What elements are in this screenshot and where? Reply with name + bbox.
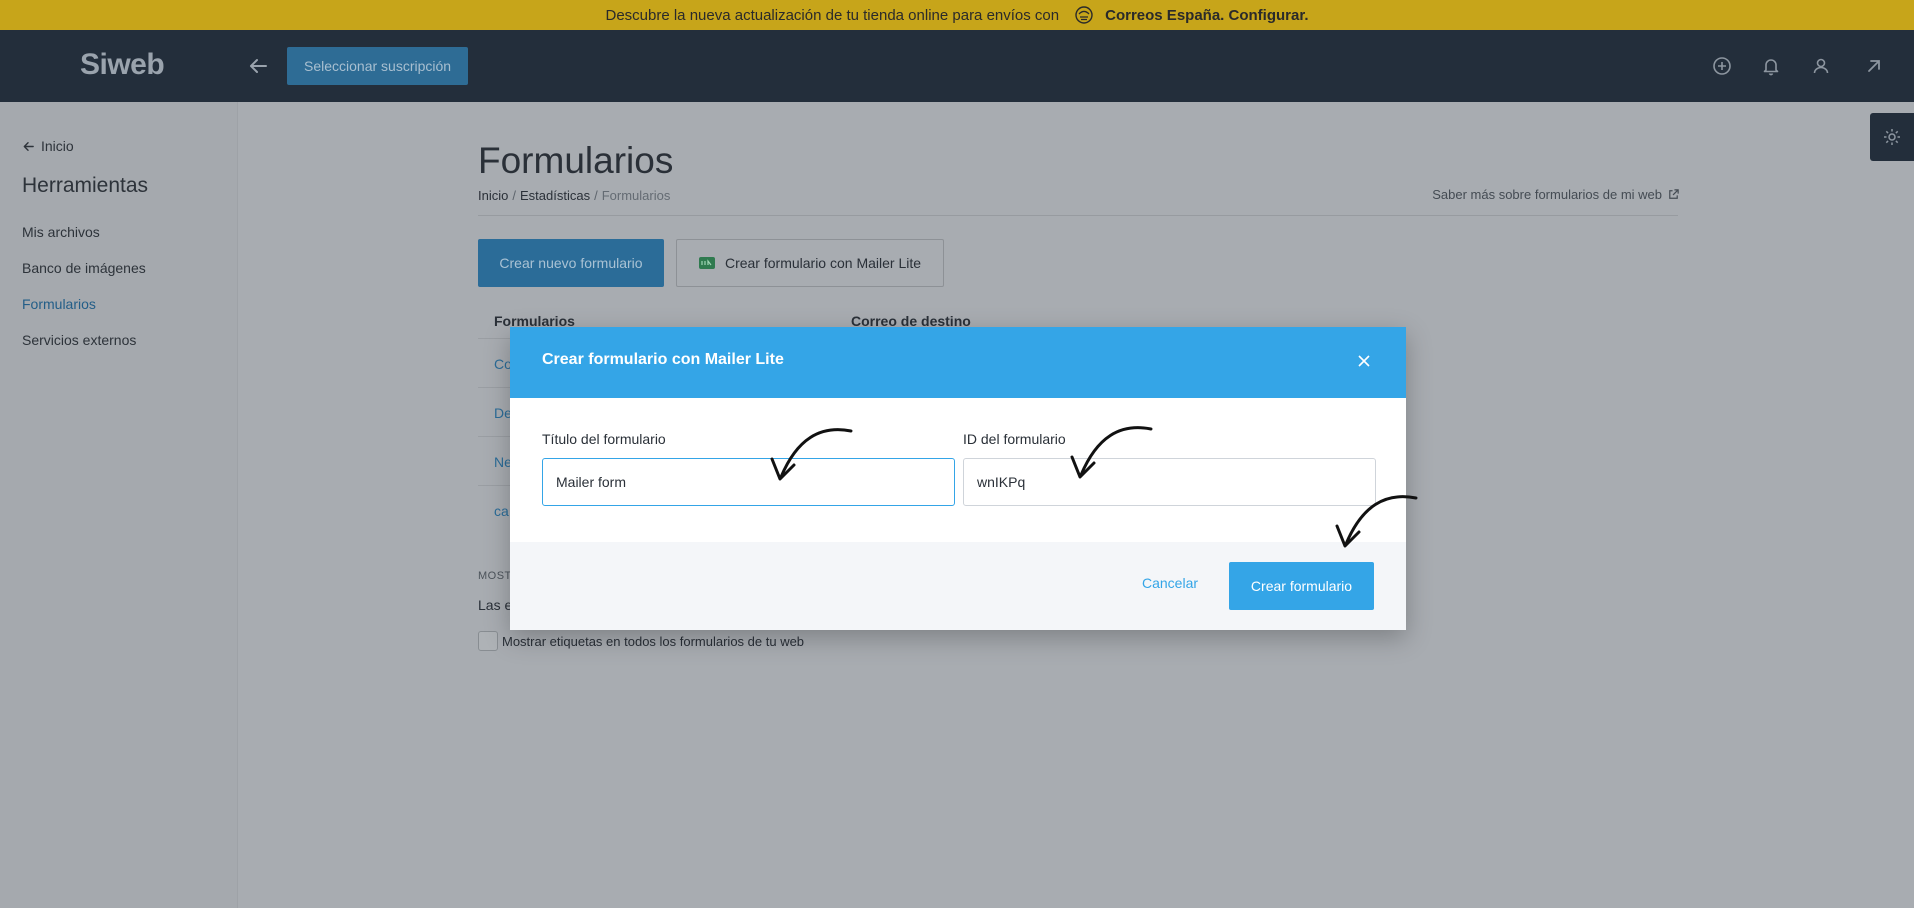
external-link-icon bbox=[1669, 189, 1679, 199]
brand-logo[interactable]: Siweb bbox=[80, 48, 165, 82]
breadcrumb-estadisticas[interactable]: Estadísticas bbox=[520, 188, 590, 203]
sidebar-title: Herramientas bbox=[22, 174, 149, 197]
create-mailer-form-button[interactable]: Crear formulario con Mailer Lite bbox=[676, 239, 944, 287]
create-new-form-button[interactable]: Crear nuevo formulario bbox=[478, 239, 664, 287]
banner-configure-link[interactable]: Correos España. Configurar. bbox=[1105, 7, 1308, 24]
annotation-arrow-icon bbox=[1335, 495, 1418, 548]
sidebar-item-formularios[interactable]: Formularios bbox=[22, 296, 96, 312]
learn-more-label: Saber más sobre formularios de mi web bbox=[1432, 187, 1662, 202]
external-arrow-icon[interactable] bbox=[1862, 54, 1886, 78]
table-row[interactable]: ca bbox=[494, 503, 509, 519]
annotation-arrow-icon bbox=[770, 428, 853, 481]
form-id-input[interactable]: wnIKPq bbox=[963, 458, 1376, 506]
announcement-banner: Descubre la nueva actualización de tu ti… bbox=[0, 0, 1914, 30]
back-arrow-icon[interactable] bbox=[246, 54, 270, 78]
breadcrumb-inicio[interactable]: Inicio bbox=[478, 188, 508, 203]
mailerlite-icon bbox=[698, 257, 715, 269]
show-labels-label: Mostrar etiquetas en todos los formulari… bbox=[502, 633, 805, 649]
correos-logo-icon bbox=[1073, 4, 1095, 26]
section-description: Las e bbox=[478, 597, 513, 613]
select-subscription-button[interactable]: Seleccionar suscripción bbox=[287, 47, 469, 85]
form-title-label: Título del formulario bbox=[542, 431, 666, 447]
close-icon[interactable] bbox=[1356, 353, 1372, 369]
user-icon[interactable] bbox=[1809, 54, 1833, 78]
plus-circle-icon[interactable] bbox=[1710, 54, 1734, 78]
breadcrumb: Inicio / Estadísticas / Formularios bbox=[478, 188, 671, 203]
settings-gear-icon[interactable] bbox=[1870, 113, 1914, 161]
bell-icon[interactable] bbox=[1759, 54, 1783, 78]
mailer-lite-modal: Crear formulario con Mailer Lite Título … bbox=[510, 327, 1406, 630]
sidebar-item-servicios-externos[interactable]: Servicios externos bbox=[22, 332, 136, 348]
section-label: MOST bbox=[478, 570, 512, 582]
sidebar-back-link[interactable]: Inicio bbox=[22, 138, 74, 154]
show-labels-checkbox[interactable] bbox=[478, 631, 498, 651]
create-mailer-form-label: Crear formulario con Mailer Lite bbox=[724, 255, 922, 271]
form-title-input[interactable]: Mailer form bbox=[542, 458, 955, 506]
arrow-left-icon bbox=[23, 141, 34, 151]
banner-text: Descubre la nueva actualización de tu ti… bbox=[605, 6, 1060, 24]
learn-more-link[interactable]: Saber más sobre formularios de mi web bbox=[1432, 187, 1680, 202]
cancel-button[interactable]: Cancelar bbox=[1142, 575, 1198, 591]
create-form-button[interactable]: Crear formulario bbox=[1229, 562, 1374, 610]
show-labels-option[interactable]: Mostrar etiquetas en todos los formulari… bbox=[478, 631, 804, 651]
page-title: Formularios bbox=[478, 140, 674, 181]
form-id-label: ID del formulario bbox=[963, 431, 1066, 447]
breadcrumb-current: Formularios bbox=[601, 188, 671, 203]
top-header: Siweb Seleccionar suscripción bbox=[0, 30, 1914, 102]
modal-header: Crear formulario con Mailer Lite bbox=[510, 327, 1406, 398]
sidebar: Inicio Herramientas Mis archivos Banco d… bbox=[0, 102, 238, 908]
annotation-arrow-icon bbox=[1070, 426, 1153, 479]
sidebar-item-banco-imagenes[interactable]: Banco de imágenes bbox=[22, 260, 146, 276]
sidebar-item-mis-archivos[interactable]: Mis archivos bbox=[22, 224, 100, 240]
title-divider bbox=[478, 215, 1678, 216]
sidebar-back-label: Inicio bbox=[41, 138, 74, 154]
modal-title: Crear formulario con Mailer Lite bbox=[542, 351, 784, 368]
modal-footer: Cancelar Crear formulario bbox=[510, 542, 1406, 630]
